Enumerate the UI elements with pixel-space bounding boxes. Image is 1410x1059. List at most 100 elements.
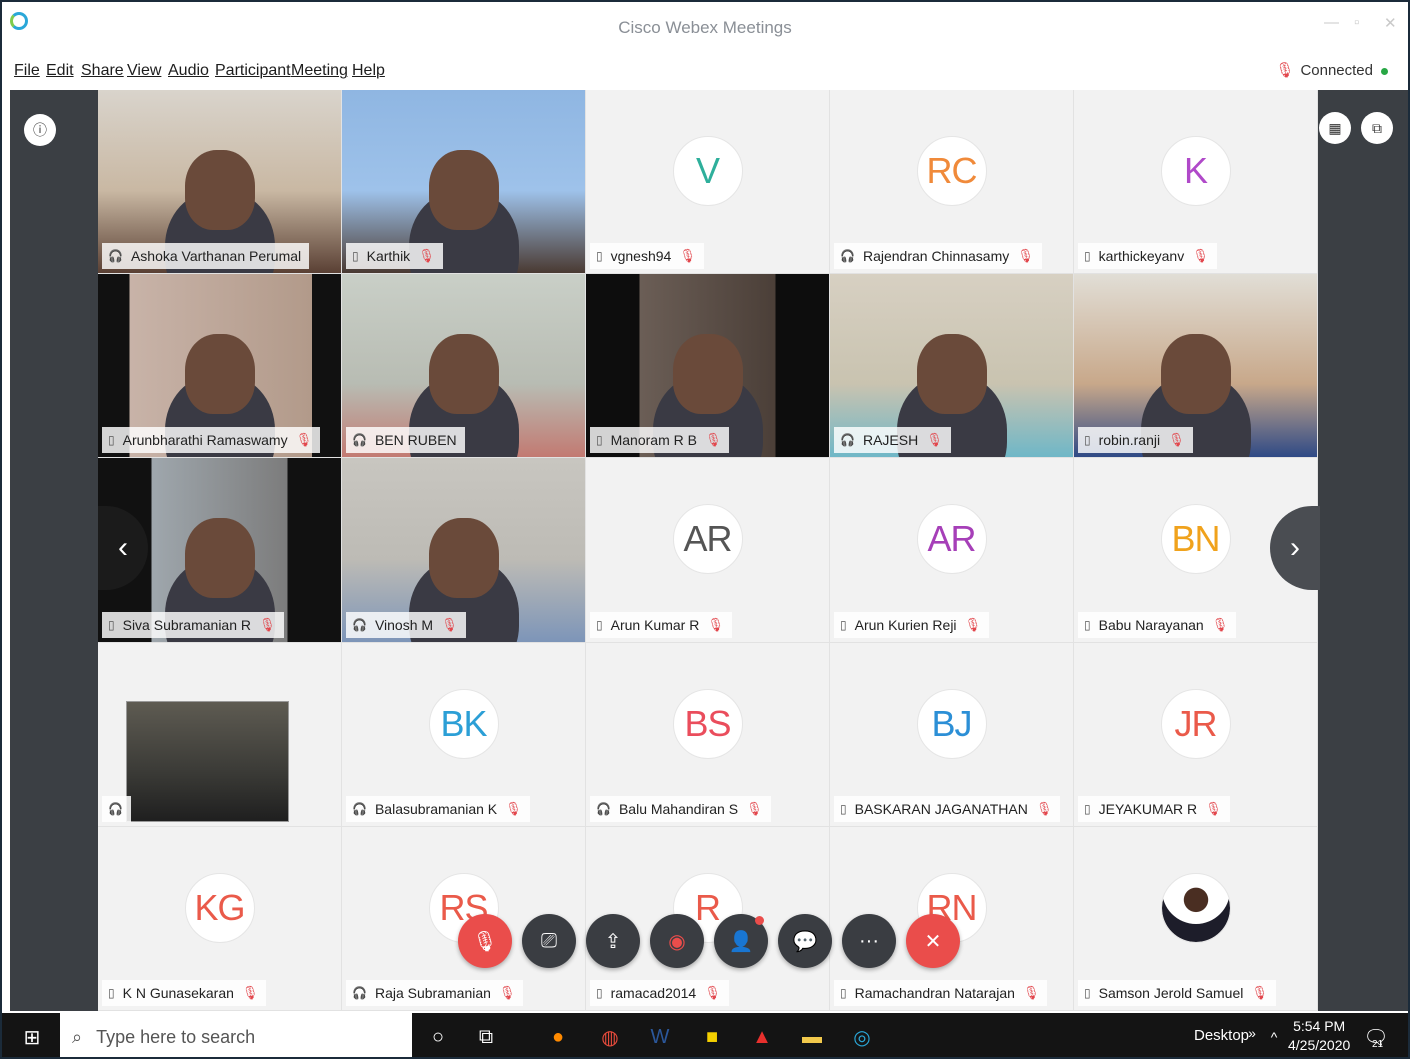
menu-meeting[interactable]: Meeting	[291, 62, 348, 80]
participant-tile[interactable]: V ▯ vgnesh94 🎙	[586, 90, 830, 275]
participant-tile[interactable]: 🎧 Vinosh M 🎙	[342, 458, 586, 643]
popout-icon[interactable]: ⧉	[1361, 112, 1393, 144]
participant-nameplate: 🎧 Ashoka Varthanan Perumal	[102, 243, 310, 270]
maximize-icon[interactable]: ▫	[1354, 14, 1359, 31]
participant-nameplate: ▯ robin.ranji 🎙	[1078, 427, 1193, 454]
participant-tile[interactable]: BK 🎧 Balasubramanian K 🎙	[342, 642, 586, 827]
participant-tile[interactable]: 🎧 BEN RUBEN	[342, 274, 586, 459]
menu-edit[interactable]: Edit	[46, 62, 74, 80]
search-icon: ⌕	[72, 1026, 83, 1047]
windows-start-icon[interactable]: ⊞	[18, 1023, 46, 1051]
stop-video-icon: ⎚	[541, 929, 557, 952]
record-button[interactable]: ◉	[650, 914, 704, 968]
participant-tile[interactable]: ▯ robin.ranji 🎙	[1074, 274, 1318, 459]
sticky-notes-icon[interactable]: ■	[698, 1023, 726, 1051]
participants-alert-dot	[755, 916, 764, 925]
phone-icon: ▯	[840, 985, 847, 1000]
search-placeholder: Type here to search	[96, 1026, 256, 1047]
acrobat-icon[interactable]: ▲	[748, 1023, 776, 1051]
participant-silhouette	[428, 518, 499, 599]
participant-tile[interactable]: RC 🎧 Rajendran Chinnasamy 🎙	[830, 90, 1074, 275]
file-explorer-icon[interactable]: ▬	[798, 1023, 826, 1051]
participant-name: JEYAKUMAR R	[1098, 800, 1198, 817]
menu-audio[interactable]: Audio	[168, 62, 209, 80]
taskbar-search-box[interactable]: ⌕ Type here to search	[60, 1013, 412, 1057]
participant-tile[interactable]: 🎧 RAJESH 🎙	[830, 274, 1074, 459]
minimize-icon[interactable]: —	[1324, 14, 1339, 31]
muted-mic-icon: 🎙	[1192, 248, 1209, 264]
share-button[interactable]: ⇪	[586, 914, 640, 968]
headset-icon: 🎧	[352, 801, 367, 816]
participant-tile[interactable]: AR ▯ Arun Kurien Reji 🎙	[830, 458, 1074, 643]
chat-icon: 💬	[792, 930, 818, 953]
participant-name: Karthik	[366, 248, 411, 265]
participant-avatar: AR	[916, 504, 987, 575]
chat-button[interactable]: 💬	[778, 914, 832, 968]
taskbar-clock[interactable]: 5:54 PM 4/25/2020	[1288, 1017, 1350, 1055]
participant-tile[interactable]: 🎧	[98, 642, 342, 827]
participant-tile[interactable]: KG ▯ K N Gunasekaran 🎙	[98, 826, 342, 1011]
muted-mic-icon: 🎙	[707, 616, 724, 632]
participant-nameplate: ▯ Arun Kumar R 🎙	[590, 611, 732, 638]
close-icon[interactable]: ✕	[1384, 14, 1397, 32]
phone-icon: ▯	[1084, 801, 1091, 816]
participant-tile[interactable]: ▯ Manoram R B 🎙	[586, 274, 830, 459]
leave-icon: ✕	[924, 930, 942, 953]
phone-icon: ▯	[108, 433, 115, 448]
participant-avatar: BK	[428, 688, 499, 759]
participant-tile[interactable]: 🎧 Ashoka Varthanan Perumal	[98, 90, 342, 275]
connection-status[interactable]: 🎙 Connected	[1275, 61, 1388, 79]
mute-icon: 🎙	[472, 930, 498, 953]
firefox-icon[interactable]: ●	[544, 1023, 572, 1051]
layout-grid-icon[interactable]: ▦	[1319, 112, 1351, 144]
participant-name: RAJESH	[862, 432, 919, 449]
menu-file[interactable]: File	[14, 62, 40, 80]
connected-dot-icon	[1381, 67, 1388, 75]
menu-participant[interactable]: Participant	[215, 62, 291, 80]
word-icon[interactable]: W	[646, 1023, 674, 1051]
phone-icon: ▯	[108, 617, 115, 632]
participant-nameplate: ▯ K N Gunasekaran 🎙	[102, 979, 267, 1006]
participant-tile[interactable]: ▯ Arunbharathi Ramaswamy 🎙	[98, 274, 342, 459]
participant-name: Samson Jerold Samuel	[1098, 984, 1244, 1001]
muted-mic-icon: 🎙	[746, 800, 763, 816]
chrome-icon[interactable]: ◍	[596, 1023, 624, 1051]
more-button[interactable]: ···	[842, 914, 896, 968]
self-view-video[interactable]	[126, 700, 289, 822]
menu-view[interactable]: View	[127, 62, 161, 80]
webex-taskbar-icon[interactable]: ◎	[848, 1023, 876, 1051]
participant-tile[interactable]: BS 🎧 Balu Mahandiran S 🎙	[586, 642, 830, 827]
leave-button[interactable]: ✕	[906, 914, 960, 968]
tray-chevron-up-icon[interactable]: ^	[1260, 1023, 1288, 1051]
mute-button[interactable]: 🎙	[458, 914, 512, 968]
phone-icon: ▯	[1084, 249, 1091, 264]
participant-name: Vinosh M	[374, 616, 434, 633]
participant-tile[interactable]: ▯ Samson Jerold Samuel 🎙	[1074, 826, 1318, 1011]
participant-silhouette	[184, 334, 255, 415]
cortana-icon[interactable]: ○	[424, 1023, 452, 1051]
muted-mic-icon: 🎙	[505, 800, 522, 816]
task-view-icon[interactable]: ⧉	[472, 1023, 500, 1051]
participant-nameplate: ▯ vgnesh94 🎙	[590, 243, 704, 270]
participant-tile[interactable]: BJ ▯ BASKARAN JAGANATHAN 🎙	[830, 642, 1074, 827]
menu-bar: File Edit Share View Audio Participant M…	[2, 56, 1408, 88]
participant-nameplate: ▯ Siva Subramanian R 🎙	[102, 611, 284, 638]
stop-video-button[interactable]: ⎚	[522, 914, 576, 968]
participant-nameplate: 🎧 Vinosh M 🎙	[346, 611, 466, 638]
menu-share[interactable]: Share	[81, 62, 124, 80]
menu-help[interactable]: Help	[352, 62, 385, 80]
participant-tile[interactable]: K ▯ karthickeyanv 🎙	[1074, 90, 1318, 275]
muted-mic-icon: 🎙	[1022, 984, 1040, 1000]
participant-name: Raja Subramanian	[374, 984, 491, 1001]
participant-tile[interactable]: ▯ Karthik 🎙	[342, 90, 586, 275]
participants-button[interactable]: 👤	[714, 914, 768, 968]
muted-mic-icon: 🎙	[418, 248, 435, 264]
share-icon: ⇪	[604, 930, 622, 953]
info-icon[interactable]: ⓘ	[24, 114, 56, 146]
participant-tile[interactable]: JR ▯ JEYAKUMAR R 🎙	[1074, 642, 1318, 827]
muted-mic-icon: 🎙	[1035, 800, 1053, 816]
participant-tile[interactable]: AR ▯ Arun Kumar R 🎙	[586, 458, 830, 643]
muted-mic-icon: 🎙	[1275, 62, 1295, 79]
participant-nameplate: ▯ Babu Narayanan 🎙	[1078, 611, 1237, 638]
headset-icon: 🎧	[352, 617, 367, 632]
